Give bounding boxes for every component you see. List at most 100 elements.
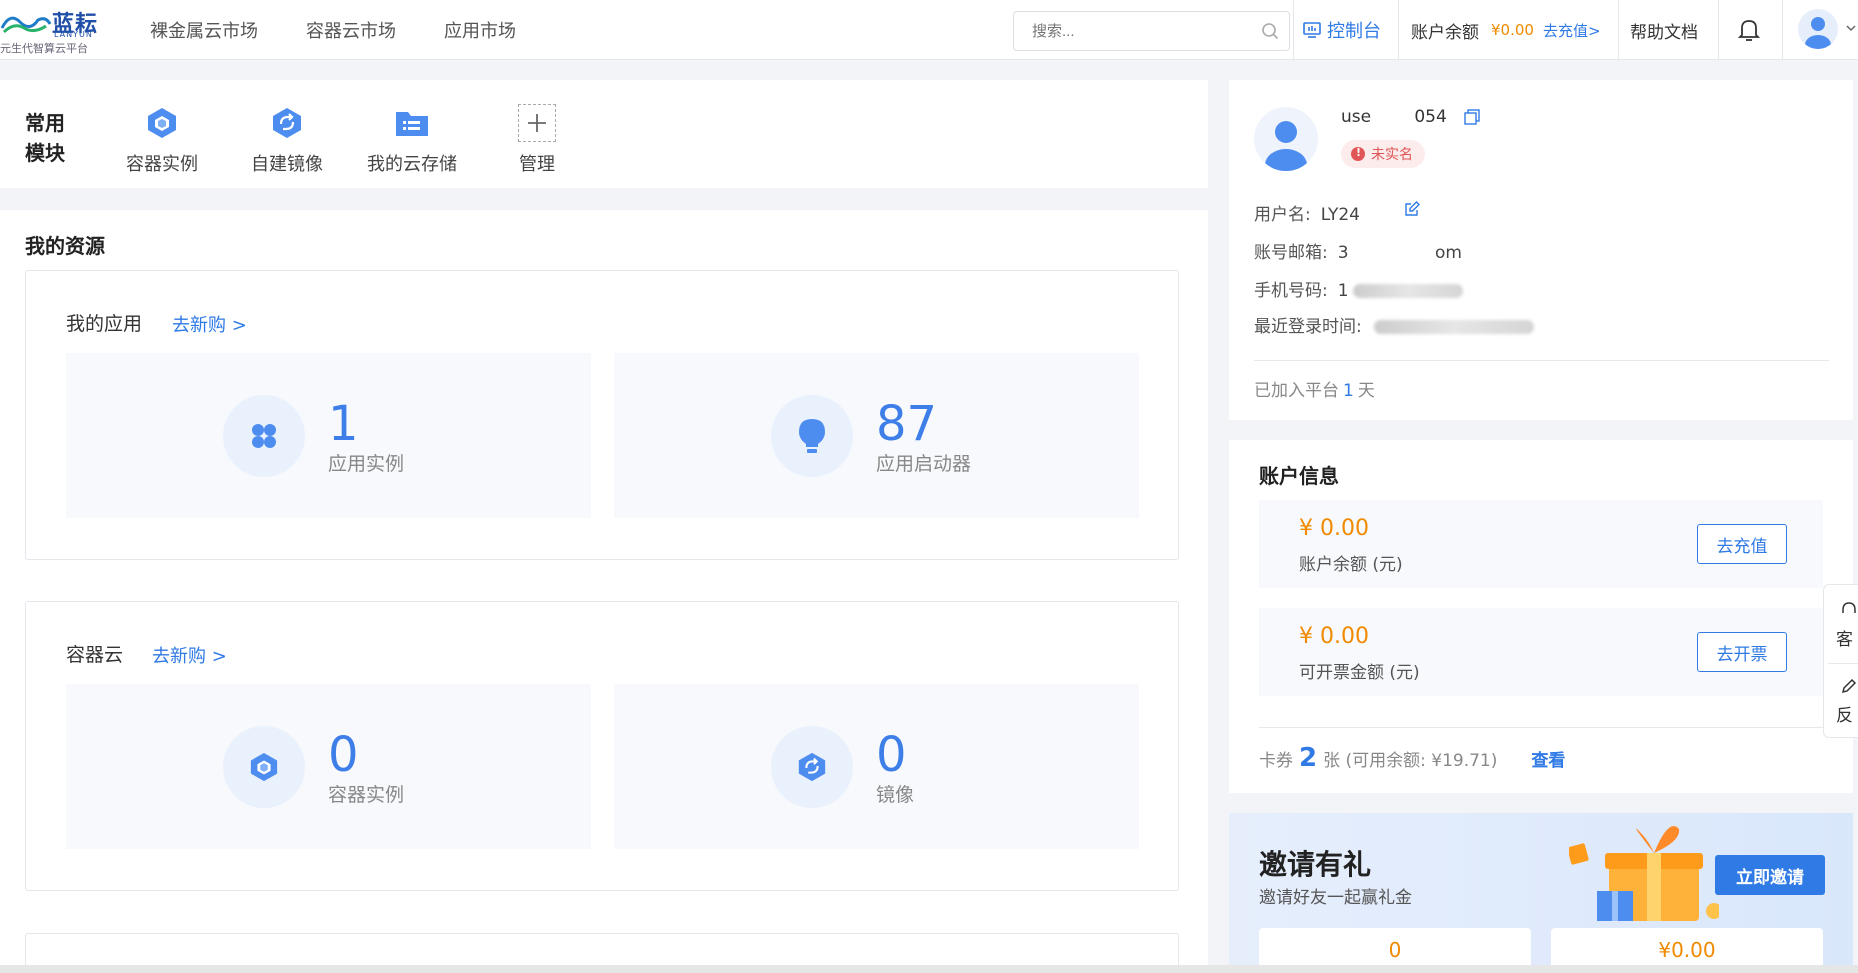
divider <box>1828 663 1858 664</box>
cube-icon <box>250 752 278 782</box>
coupon-prefix: 卡券 <box>1259 751 1293 771</box>
my-apps-title: 我的应用 <box>66 313 143 335</box>
coupon-summary: 卡券 2 张 (可用余额: ¥19.71) 查看 <box>1259 743 1565 773</box>
invoice-box: ¥ 0.00 可开票金额 (元) 去开票 <box>1259 608 1823 696</box>
user-id: use 054 <box>1341 107 1447 127</box>
container-instance-stat[interactable]: 0 容器实例 <box>66 684 591 849</box>
coupon-suffix: 张 (可用余额: ¥19.71) <box>1323 751 1498 771</box>
app-instance-stat[interactable]: 1 应用实例 <box>66 353 591 518</box>
quick-item-custom-image[interactable]: 自建镜像 <box>237 104 337 176</box>
container-cloud-buy-link[interactable]: 去新购 > <box>152 642 227 668</box>
user-avatar-icon <box>1805 17 1831 49</box>
quick-modules-panel: 常用模块 容器实例 自建镜像 我的云存储 管理 <box>0 80 1208 188</box>
image-stat[interactable]: 0 镜像 <box>614 684 1139 849</box>
container-cloud-title: 容器云 <box>66 644 124 666</box>
quick-modules-title: 常用模块 <box>25 111 65 165</box>
recharge-button[interactable]: 去充值 <box>1697 524 1787 564</box>
my-apps-group: 我的应用 去新购 > 1 应用实例 87 应用启动器 <box>25 270 1179 560</box>
coupon-count: 2 <box>1299 743 1318 773</box>
app-launcher-count: 87 <box>876 396 938 452</box>
invoice-label: 可开票金额 (元) <box>1299 663 1420 683</box>
invite-banner: 邀请有礼 邀请好友一起赢礼金 立即邀请 0 ¥0.00 <box>1229 813 1853 973</box>
bell-icon[interactable] <box>1738 18 1760 42</box>
divider <box>1618 0 1619 60</box>
balance-amount: ¥0.00 <box>1491 21 1534 39</box>
nav-app-market[interactable]: 应用市场 <box>444 17 516 43</box>
joined-prefix: 已加入平台 <box>1254 381 1339 401</box>
account-info-title: 账户信息 <box>1259 464 1339 488</box>
phone-row: 手机号码: 1 <box>1254 276 1463 301</box>
balance-label: 账户余额 (元) <box>1299 555 1403 575</box>
quick-item-label: 我的云存储 <box>367 154 457 175</box>
my-apps-buy-link[interactable]: 去新购 > <box>172 311 247 337</box>
username-label: 用户名: <box>1254 205 1311 225</box>
image-sync-icon <box>273 108 301 138</box>
quick-item-container-instance[interactable]: 容器实例 <box>112 104 212 176</box>
verify-status-badge[interactable]: 未实名 <box>1341 140 1425 168</box>
email-row: 账号邮箱: 3 om <box>1254 238 1462 263</box>
console-link[interactable]: 控制台 <box>1303 0 1381 60</box>
divider <box>1293 0 1294 60</box>
copy-icon[interactable] <box>1464 109 1480 125</box>
brand-name-en: LANYUN <box>54 30 93 39</box>
container-instance-label: 容器实例 <box>328 784 405 806</box>
profile-avatar <box>1254 107 1318 171</box>
image-sync-icon <box>798 752 826 782</box>
username-value: LY24 <box>1320 205 1360 225</box>
brand-slogan: 元生代智算云平台 <box>0 42 88 55</box>
user-avatar[interactable] <box>1798 9 1838 49</box>
invoice-button[interactable]: 去开票 <box>1697 632 1787 672</box>
invite-subtitle: 邀请好友一起赢礼金 <box>1259 888 1412 908</box>
lightbulb-icon <box>799 419 825 453</box>
nav-container-market[interactable]: 容器云市场 <box>306 17 396 43</box>
help-docs-link[interactable]: 帮助文档 <box>1630 0 1698 60</box>
app-grid-icon <box>252 424 276 448</box>
invoice-value: ¥ 0.00 <box>1299 624 1369 649</box>
email-value: 3 om <box>1337 243 1462 263</box>
my-resources-title: 我的资源 <box>25 234 105 258</box>
plus-icon <box>528 114 546 132</box>
divider <box>1398 0 1399 60</box>
joined-days-text: 已加入平台 1 天 <box>1254 376 1375 401</box>
main-nav: 裸金属云市场 容器云市场 应用市场 <box>150 0 564 60</box>
phone-label: 手机号码: <box>1254 281 1328 301</box>
logo-mark-icon <box>0 16 52 34</box>
logo[interactable]: 蓝耘 LANYUN 元生代智算云平台 <box>0 4 110 55</box>
last-login-label: 最近登录时间: <box>1254 317 1362 337</box>
warning-icon <box>1351 146 1365 161</box>
quick-item-cloud-storage[interactable]: 我的云存储 <box>362 104 462 176</box>
coupon-view-link[interactable]: 查看 <box>1531 746 1565 771</box>
account-info-card: 账户信息 ¥ 0.00 账户余额 (元) 去充值 ¥ 0.00 可开票金额 (元… <box>1229 440 1853 793</box>
app-instance-count: 1 <box>328 396 359 452</box>
balance-value: ¥ 0.00 <box>1299 516 1369 541</box>
invite-now-button[interactable]: 立即邀请 <box>1715 855 1825 895</box>
search-icon[interactable] <box>1261 22 1279 40</box>
divider <box>1782 0 1783 60</box>
top-navbar: 蓝耘 LANYUN 元生代智算云平台 裸金属云市场 容器云市场 应用市场 控制台… <box>0 0 1858 60</box>
recharge-link[interactable]: 去充值> <box>1543 20 1601 41</box>
user-avatar-icon <box>1265 121 1307 171</box>
verify-status-label: 未实名 <box>1371 147 1413 163</box>
balance-box: ¥ 0.00 账户余额 (元) 去充值 <box>1259 500 1823 588</box>
quick-item-manage[interactable]: 管理 <box>487 104 587 176</box>
app-launcher-stat[interactable]: 87 应用启动器 <box>614 353 1139 518</box>
image-label: 镜像 <box>876 784 915 806</box>
folder-icon <box>396 112 428 136</box>
gift-box-icon <box>1569 826 1719 921</box>
search-input[interactable] <box>1014 12 1244 50</box>
edit-icon[interactable] <box>1404 201 1420 217</box>
search-box <box>1013 11 1290 51</box>
nav-baremetal-market[interactable]: 裸金属云市场 <box>150 17 258 43</box>
console-label: 控制台 <box>1327 21 1381 42</box>
floating-side-tab: 客 反 <box>1823 584 1858 738</box>
username-row: 用户名: LY24 <box>1254 200 1360 225</box>
feedback-label[interactable]: 反 <box>1836 701 1853 726</box>
horizontal-scrollbar[interactable] <box>0 965 1858 973</box>
help-docs-label: 帮助文档 <box>1630 22 1698 43</box>
customer-service-label[interactable]: 客 <box>1836 625 1853 650</box>
image-count: 0 <box>876 727 907 783</box>
pen-icon[interactable] <box>1840 677 1858 695</box>
chevron-down-icon[interactable] <box>1846 24 1856 32</box>
headset-icon[interactable] <box>1840 601 1858 619</box>
divider <box>1259 727 1823 728</box>
